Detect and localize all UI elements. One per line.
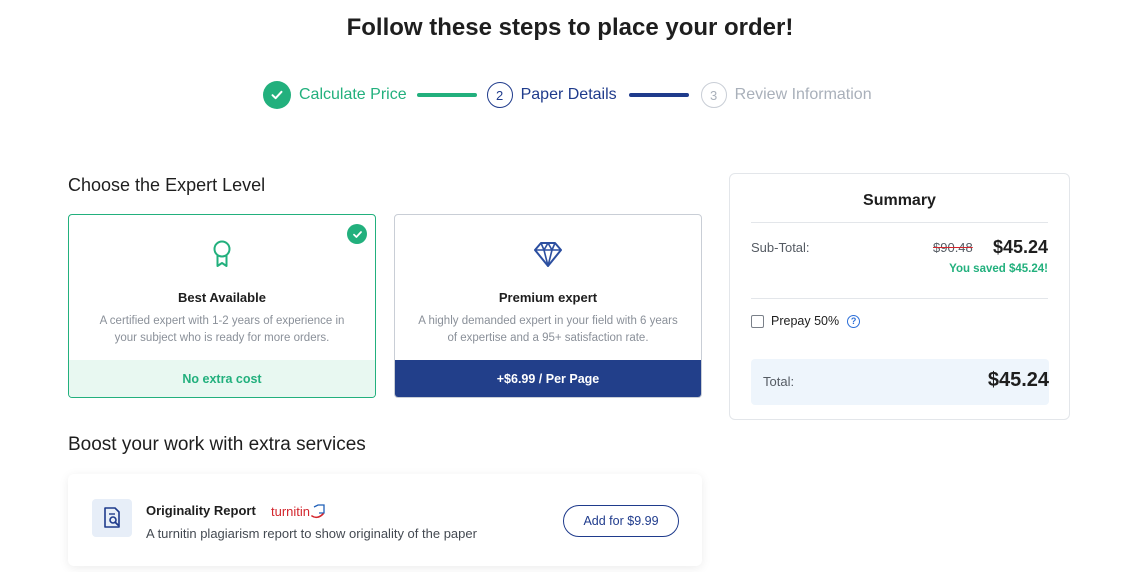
- turnitin-logo: turnitin: [271, 502, 327, 520]
- total-label: Total:: [763, 374, 795, 389]
- original-price: $90.48: [933, 240, 973, 255]
- subtotal-label: Sub-Total:: [751, 240, 810, 255]
- summary-divider: [751, 298, 1048, 299]
- expert-option-name: Best Available: [178, 290, 266, 305]
- expert-option-name: Premium expert: [498, 290, 598, 305]
- step-number-3: 3: [700, 82, 727, 108]
- award-ribbon-icon: [69, 239, 375, 269]
- service-originality-report: Originality Report turnitin A turnitin p…: [68, 474, 702, 566]
- step-number-2: 2: [486, 82, 513, 108]
- expert-option-price: No extra cost: [69, 360, 375, 397]
- summary-title: Summary: [863, 192, 936, 209]
- savings-text: You saved $45.24!: [949, 263, 1048, 275]
- prepay-label: Prepay 50%: [771, 314, 840, 328]
- service-description: A turnitin plagiarism report to show ori…: [146, 526, 477, 541]
- extras-section-title: Boost your work with extra services: [68, 434, 366, 455]
- step-connector: [628, 93, 689, 97]
- document-search-icon: [92, 499, 132, 537]
- prepay-checkbox[interactable]: [751, 314, 764, 328]
- total-box: Total: $45.24: [751, 359, 1049, 405]
- expert-option-premium[interactable]: Premium expert A highly demanded expert …: [394, 214, 702, 398]
- expert-option-description: A certified expert with 1-2 years of exp…: [99, 315, 345, 344]
- expert-option-best-available[interactable]: Best Available A certified expert with 1…: [68, 214, 376, 398]
- step-connector: [416, 93, 477, 97]
- add-originality-report-button[interactable]: Add for $9.99: [563, 505, 679, 537]
- order-summary: Summary Sub-Total: $90.48 $45.24 You sav…: [729, 173, 1070, 420]
- turnitin-brand: turnitin: [271, 503, 311, 519]
- service-name: Originality Report: [146, 503, 256, 518]
- step-paper-details[interactable]: Paper Details: [521, 86, 617, 104]
- expert-option-price: +$6.99 / Per Page: [395, 360, 701, 397]
- discounted-price: $45.24: [992, 237, 1048, 257]
- step-calculate-price[interactable]: Calculate Price: [299, 86, 407, 104]
- expert-section-title: Choose the Expert Level: [68, 175, 266, 195]
- summary-divider: [751, 222, 1048, 223]
- prepay-option[interactable]: Prepay 50% ?: [751, 314, 861, 328]
- page-title: Follow these steps to place your order!: [346, 14, 794, 41]
- diamond-icon: [395, 239, 701, 269]
- total-value: $45.24: [987, 369, 1049, 391]
- help-icon[interactable]: ?: [847, 314, 861, 328]
- order-stepper: Calculate Price 2 Paper Details 3 Review…: [263, 80, 872, 110]
- step-review-information: Review Information: [734, 86, 872, 103]
- step-complete-check-icon: [263, 81, 291, 109]
- expert-option-description: A highly demanded expert in your field w…: [418, 315, 678, 344]
